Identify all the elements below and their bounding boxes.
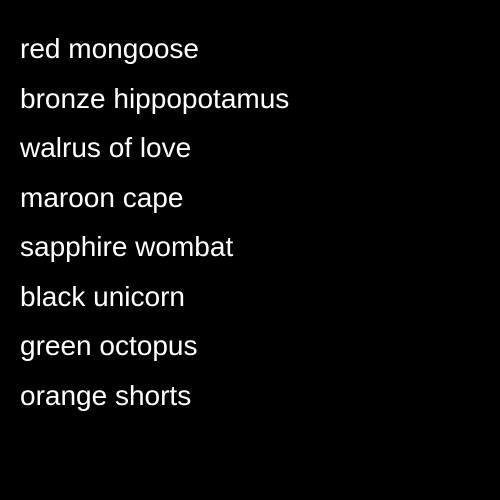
- list-item: black unicorn: [20, 280, 185, 312]
- list-item: maroon cape: [20, 181, 184, 213]
- list-item: orange shorts: [20, 379, 192, 411]
- list-item: bronze hippopotamus: [20, 82, 290, 114]
- list-item: green octopus: [20, 330, 198, 361]
- page: { "colors": { "background": "#000000", "…: [0, 0, 500, 500]
- list-item: red mongoose: [20, 33, 200, 64]
- word-list: red mongoose bronze hippopotamus walrus …: [20, 24, 289, 420]
- list-item: sapphire wombat: [20, 231, 234, 262]
- list-item: walrus of love: [20, 132, 192, 163]
